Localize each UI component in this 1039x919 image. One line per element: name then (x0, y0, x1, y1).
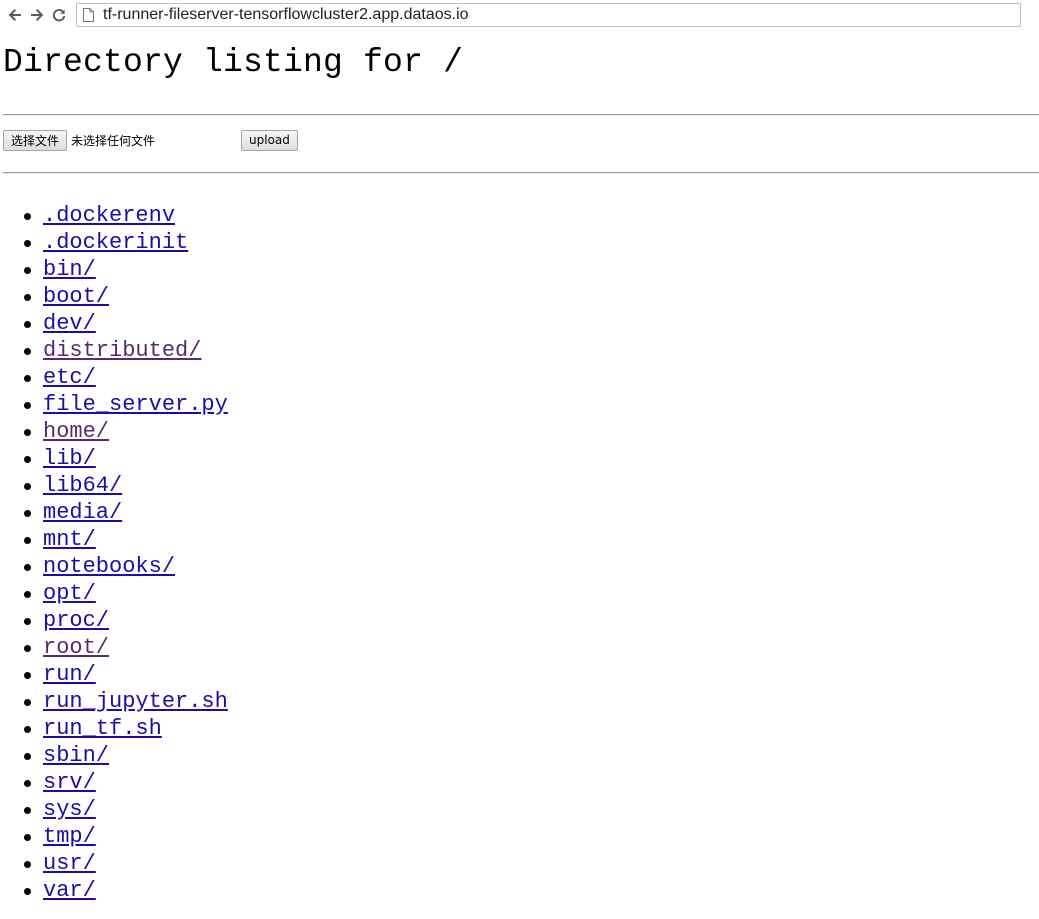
file-link[interactable]: srv/ (43, 769, 96, 796)
file-link[interactable]: lib64/ (43, 472, 122, 499)
file-link[interactable]: proc/ (43, 607, 109, 634)
list-item: run_tf.sh (3, 715, 1039, 742)
bullet-icon (24, 618, 31, 625)
list-item: lib64/ (3, 472, 1039, 499)
list-item: root/ (3, 634, 1039, 661)
forward-arrow-icon[interactable] (26, 3, 48, 27)
back-arrow-icon[interactable] (4, 3, 26, 27)
file-link[interactable]: dev/ (43, 310, 96, 337)
file-link[interactable]: run_jupyter.sh (43, 688, 228, 715)
file-list: .dockerenv .dockerinit bin/boot/dev/distri… (3, 202, 1039, 904)
list-item: home/ (3, 418, 1039, 445)
file-link[interactable]: bin/ (43, 256, 96, 283)
list-item: tmp/ (3, 823, 1039, 850)
file-link[interactable]: usr/ (43, 850, 96, 877)
bullet-icon (24, 564, 31, 571)
list-item: media/ (3, 499, 1039, 526)
bullet-icon (24, 213, 31, 220)
address-bar[interactable]: tf-runner-fileserver-tensorflowcluster2.… (76, 3, 1021, 27)
browser-toolbar: tf-runner-fileserver-tensorflowcluster2.… (0, 0, 1039, 30)
file-link[interactable]: distributed/ (43, 337, 201, 364)
file-link[interactable]: sbin/ (43, 742, 109, 769)
list-item: etc/ (3, 364, 1039, 391)
list-item: .dockerenv (3, 202, 1039, 229)
file-link[interactable]: file_server.py (43, 391, 228, 418)
bullet-icon (24, 348, 31, 355)
bullet-icon (24, 294, 31, 301)
list-item: sys/ (3, 796, 1039, 823)
bottom-divider (3, 172, 1039, 174)
page-content: Directory listing for / 选择文件 未选择任何文件 upl… (0, 43, 1039, 904)
bullet-icon (24, 240, 31, 247)
bullet-icon (24, 672, 31, 679)
page-icon (83, 7, 97, 23)
bullet-icon (24, 267, 31, 274)
file-link[interactable]: .dockerinit (43, 229, 188, 256)
bullet-icon (24, 321, 31, 328)
bullet-icon (24, 483, 31, 490)
file-link[interactable]: sys/ (43, 796, 96, 823)
list-item: srv/ (3, 769, 1039, 796)
page-title: Directory listing for / (3, 44, 464, 81)
file-link[interactable]: mnt/ (43, 526, 96, 553)
list-item: notebooks/ (3, 553, 1039, 580)
list-item: sbin/ (3, 742, 1039, 769)
file-link[interactable]: opt/ (43, 580, 96, 607)
file-link[interactable]: media/ (43, 499, 122, 526)
bullet-icon (24, 645, 31, 652)
upload-form: 选择文件 未选择任何文件 upload (3, 116, 1039, 164)
file-link[interactable]: run/ (43, 661, 96, 688)
list-item: usr/ (3, 850, 1039, 877)
file-link[interactable]: var/ (43, 877, 96, 904)
list-item: proc/ (3, 607, 1039, 634)
file-link[interactable]: home/ (43, 418, 109, 445)
list-item: var/ (3, 877, 1039, 904)
bullet-icon (24, 537, 31, 544)
bullet-icon (24, 861, 31, 868)
list-item: opt/ (3, 580, 1039, 607)
list-item: dev/ (3, 310, 1039, 337)
bullet-icon (24, 780, 31, 787)
bullet-icon (24, 429, 31, 436)
list-item: lib/ (3, 445, 1039, 472)
bullet-icon (24, 726, 31, 733)
file-link[interactable]: boot/ (43, 283, 109, 310)
bullet-icon (24, 591, 31, 598)
file-link[interactable]: notebooks/ (43, 553, 175, 580)
no-file-label: 未选择任何文件 (71, 133, 156, 148)
reload-icon[interactable] (48, 3, 70, 27)
file-link[interactable]: .dockerenv (43, 202, 175, 229)
file-link[interactable]: etc/ (43, 364, 96, 391)
bullet-icon (24, 807, 31, 814)
list-item: distributed/ (3, 337, 1039, 364)
url-text: tf-runner-fileserver-tensorflowcluster2.… (103, 6, 469, 23)
bullet-icon (24, 375, 31, 382)
bullet-icon (24, 510, 31, 517)
list-item: run_jupyter.sh (3, 688, 1039, 715)
bullet-icon (24, 402, 31, 409)
list-item: mnt/ (3, 526, 1039, 553)
list-item: bin/ (3, 256, 1039, 283)
list-item: run/ (3, 661, 1039, 688)
file-link[interactable]: run_tf.sh (43, 715, 162, 742)
list-item: file_server.py (3, 391, 1039, 418)
file-link[interactable]: tmp/ (43, 823, 96, 850)
file-link[interactable]: root/ (43, 634, 109, 661)
list-item: boot/ (3, 283, 1039, 310)
list-item: .dockerinit (3, 229, 1039, 256)
bullet-icon (24, 753, 31, 760)
file-link[interactable]: lib/ (43, 445, 96, 472)
bullet-icon (24, 888, 31, 895)
bullet-icon (24, 834, 31, 841)
upload-button[interactable]: upload (241, 129, 298, 151)
choose-file-button[interactable]: 选择文件 (3, 129, 68, 151)
bullet-icon (24, 699, 31, 706)
bullet-icon (24, 456, 31, 463)
